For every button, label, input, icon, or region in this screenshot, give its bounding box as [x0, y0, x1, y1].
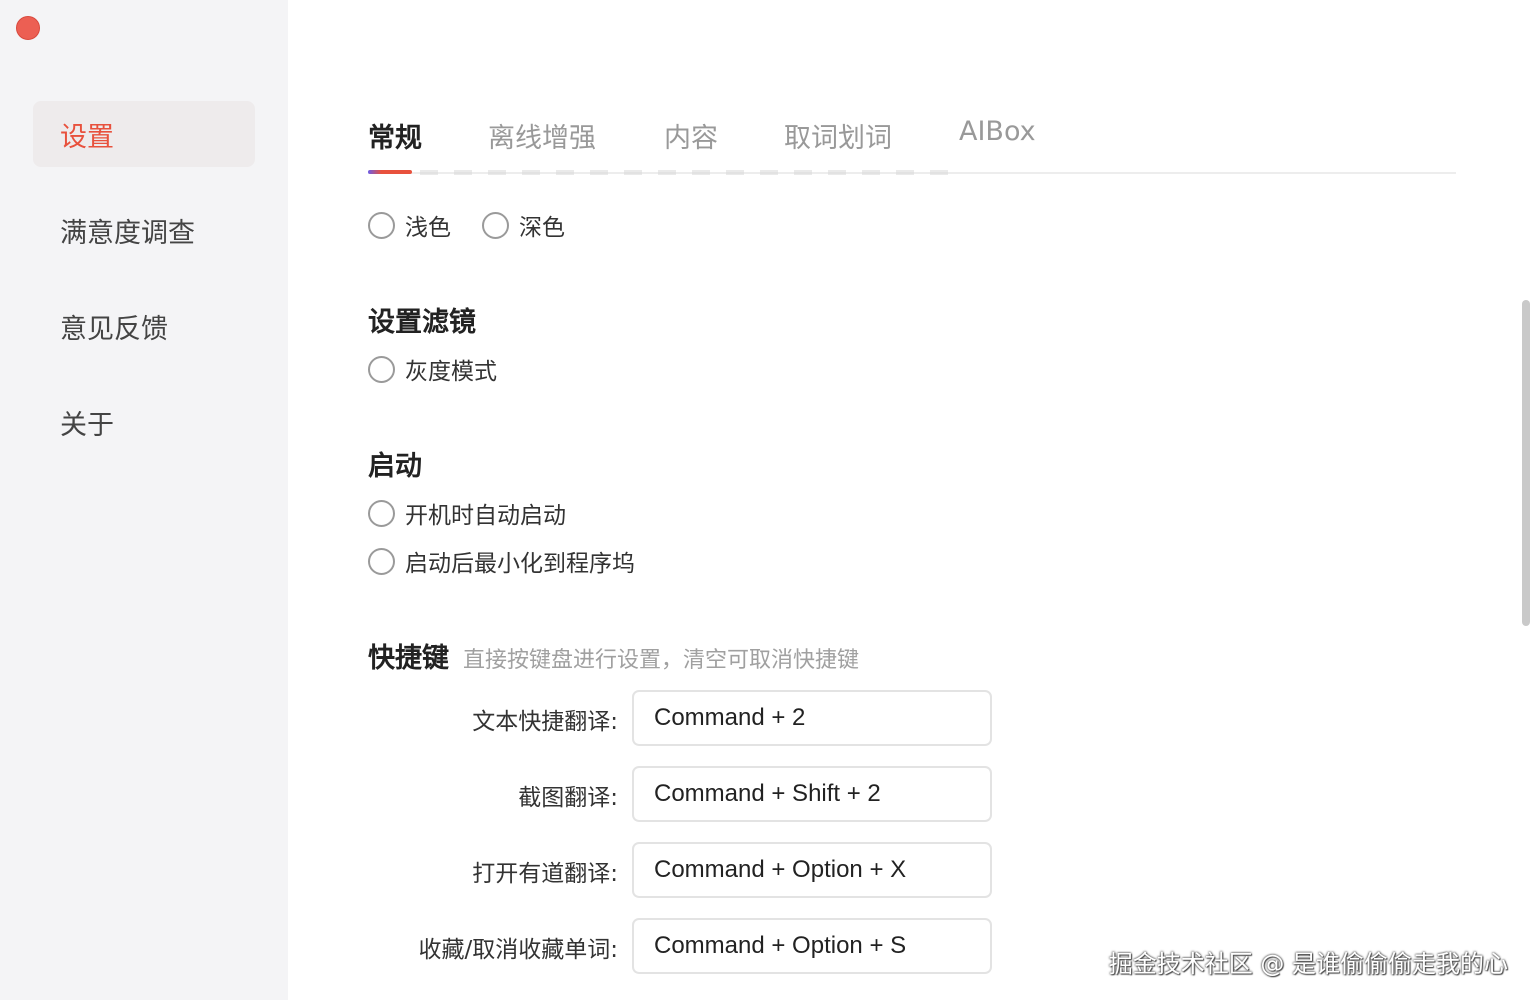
settings-content: 常规 离线增强 内容 取词划词 AIBox 浅色 深色 设置滤镜 灰度模式 启动…: [288, 0, 1536, 1000]
radio-circle: [482, 211, 509, 239]
theme-dark-radio[interactable]: 深色: [482, 208, 565, 242]
startup-section-title: 启动: [368, 451, 422, 482]
watermark-text: 掘金技术社区 @ 是谁偷偷偷走我的心: [1108, 950, 1508, 978]
radio-label: 灰度模式: [405, 359, 497, 385]
tab-word-selection[interactable]: 取词划词: [784, 116, 892, 155]
grayscale-mode-radio[interactable]: 灰度模式: [368, 352, 497, 386]
radio-circle: [368, 499, 395, 527]
radio-label: 开机时自动启动: [405, 503, 566, 529]
shortcut-label: 打开有道翻译:: [472, 861, 618, 887]
sidebar-item-feedback[interactable]: 意见反馈: [33, 293, 255, 359]
shortcuts-section-title: 快捷键 直接按键盘进行设置，清空可取消快捷键: [368, 636, 859, 675]
tab-general[interactable]: 常规: [368, 116, 422, 155]
radio-circle: [368, 547, 395, 575]
tab-offline-enhance[interactable]: 离线增强: [488, 116, 596, 155]
minimize-to-dock-radio[interactable]: 启动后最小化到程序坞: [368, 544, 635, 578]
tab-bar: 常规 离线增强 内容 取词划词 AIBox: [368, 100, 1456, 174]
sidebar-item-label: 设置: [60, 121, 114, 153]
radio-label: 启动后最小化到程序坞: [405, 551, 635, 577]
shortcuts-hint: 直接按键盘进行设置，清空可取消快捷键: [463, 648, 860, 673]
tab-aibox[interactable]: AIBox: [959, 116, 1036, 147]
text-translate-shortcut-input[interactable]: [632, 690, 992, 746]
launch-at-login-radio[interactable]: 开机时自动启动: [368, 496, 566, 530]
active-tab-indicator: [368, 170, 412, 174]
sidebar-item-label: 意见反馈: [60, 313, 168, 345]
open-youdao-shortcut-input[interactable]: [632, 842, 992, 898]
sidebar: 设置 满意度调查 意见反馈 关于: [0, 0, 288, 1000]
favorite-word-shortcut-input[interactable]: [632, 918, 992, 974]
shortcut-label: 收藏/取消收藏单词:: [418, 937, 619, 963]
sidebar-item-survey[interactable]: 满意度调查: [33, 197, 255, 263]
radio-label: 深色: [519, 215, 565, 241]
close-window-button[interactable]: [16, 16, 40, 40]
sidebar-item-settings[interactable]: 设置: [33, 101, 255, 167]
vertical-scrollbar[interactable]: [1522, 300, 1530, 626]
sidebar-item-label: 关于: [60, 409, 114, 441]
settings-window: 设置 满意度调查 意见反馈 关于 常规 离线增强 内容 取词划词 AIBox 浅…: [0, 0, 1536, 1000]
radio-circle: [368, 355, 395, 383]
shortcut-label: 文本快捷翻译:: [472, 709, 618, 735]
sidebar-item-about[interactable]: 关于: [33, 389, 255, 455]
scrolled-text-fragment: [420, 170, 960, 175]
theme-light-radio[interactable]: 浅色: [368, 208, 451, 242]
shortcuts-title: 快捷键: [368, 643, 449, 674]
radio-circle: [368, 211, 395, 239]
radio-label: 浅色: [405, 215, 451, 241]
tab-content[interactable]: 内容: [664, 116, 718, 155]
shortcut-label: 截图翻译:: [518, 785, 618, 811]
sidebar-item-label: 满意度调查: [60, 217, 195, 249]
screenshot-translate-shortcut-input[interactable]: [632, 766, 992, 822]
filter-section-title: 设置滤镜: [368, 307, 476, 338]
